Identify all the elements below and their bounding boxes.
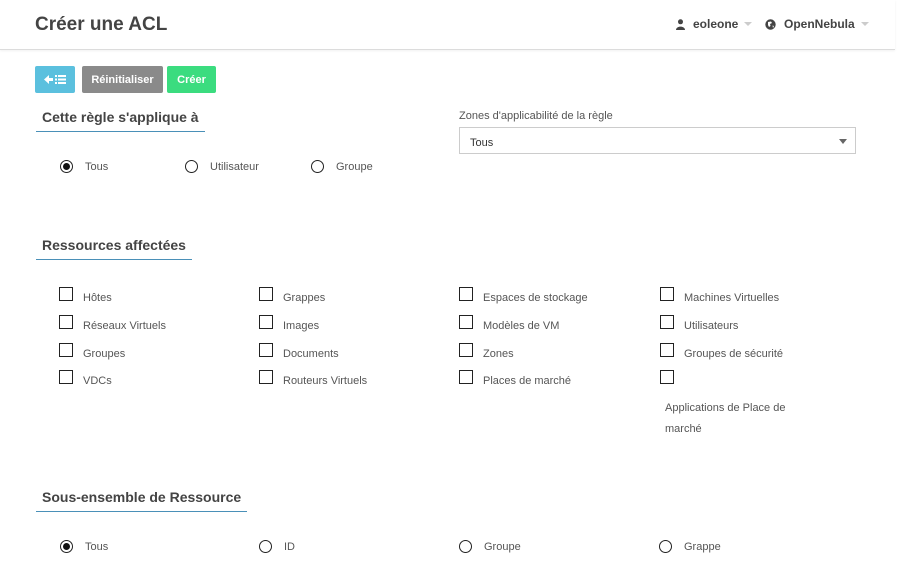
checkbox[interactable] bbox=[660, 315, 674, 329]
resources-title: Ressources affectées bbox=[36, 237, 192, 260]
radio-label: Tous bbox=[85, 540, 109, 553]
resource-vms[interactable]: Machines Virtuelles bbox=[660, 287, 779, 304]
checkbox-label: Réseaux Virtuels bbox=[83, 320, 166, 332]
checkbox-label: Routeurs Virtuels bbox=[283, 375, 368, 387]
checkbox-label: Images bbox=[283, 320, 320, 332]
checkbox[interactable] bbox=[59, 315, 73, 329]
radio-group[interactable] bbox=[311, 160, 324, 173]
back-to-list-button[interactable] bbox=[35, 66, 75, 93]
radio-label: Groupe bbox=[484, 540, 521, 553]
checkbox-label: Documents bbox=[283, 348, 339, 360]
radio-label: ID bbox=[284, 540, 295, 553]
checkbox-label: VDCs bbox=[83, 375, 112, 387]
checkbox-label: Modèles de VM bbox=[483, 320, 560, 332]
subset-option-cluster[interactable]: Grappe bbox=[659, 540, 721, 553]
resource-clusters[interactable]: Grappes bbox=[259, 287, 325, 304]
subset-option-id[interactable]: ID bbox=[259, 540, 295, 553]
applies-to-option-group[interactable]: Groupe bbox=[311, 160, 373, 173]
zones-select[interactable]: Tous bbox=[459, 127, 856, 154]
checkbox-label: Grappes bbox=[283, 292, 326, 304]
radio-label: Grappe bbox=[684, 540, 721, 553]
checkbox-label: Zones bbox=[483, 348, 514, 360]
radio-group[interactable] bbox=[459, 540, 472, 553]
globe-icon bbox=[765, 18, 776, 30]
checkbox[interactable] bbox=[59, 370, 73, 384]
user-icon bbox=[676, 18, 685, 30]
radio-label: Groupe bbox=[336, 160, 373, 173]
radio-cluster[interactable] bbox=[659, 540, 672, 553]
back-list-icon bbox=[44, 75, 66, 84]
checkbox[interactable] bbox=[459, 315, 473, 329]
zone-name: OpenNebula bbox=[784, 17, 855, 31]
page-title: Créer une ACL bbox=[35, 14, 168, 35]
chevron-down-icon bbox=[839, 139, 847, 144]
chevron-down-icon bbox=[860, 22, 869, 26]
checkbox[interactable] bbox=[259, 370, 273, 384]
applies-to-option-user[interactable]: Utilisateur bbox=[185, 160, 259, 173]
applies-to-option-all[interactable]: Tous bbox=[60, 160, 108, 173]
radio-label: Utilisateur bbox=[210, 160, 259, 173]
resource-vm-templates[interactable]: Modèles de VM bbox=[459, 315, 559, 332]
user-name: eoleone bbox=[693, 17, 739, 31]
resource-datastores[interactable]: Espaces de stockage bbox=[459, 287, 588, 304]
checkbox-label: Groupes de sécurité bbox=[684, 348, 784, 360]
checkbox-label: Places de marché bbox=[483, 375, 572, 387]
resource-images[interactable]: Images bbox=[259, 315, 319, 332]
user-menu[interactable]: eoleone bbox=[676, 17, 753, 31]
checkbox[interactable] bbox=[660, 370, 674, 384]
top-header: Créer une ACL eoleone OpenNebula bbox=[0, 0, 895, 50]
zones-selected-value: Tous bbox=[470, 137, 494, 149]
checkbox[interactable] bbox=[59, 287, 73, 301]
checkbox-label: Groupes bbox=[83, 348, 126, 360]
checkbox-label: Hôtes bbox=[83, 292, 112, 304]
radio-all[interactable] bbox=[60, 540, 73, 553]
zone-menu[interactable]: OpenNebula bbox=[765, 17, 869, 31]
resource-documents[interactable]: Documents bbox=[259, 343, 339, 360]
checkbox[interactable] bbox=[660, 343, 674, 357]
radio-all[interactable] bbox=[60, 160, 73, 173]
create-button[interactable]: Créer bbox=[167, 66, 216, 93]
resource-marketplaces[interactable]: Places de marché bbox=[459, 370, 571, 387]
radio-id[interactable] bbox=[259, 540, 272, 553]
resource-security-groups[interactable]: Groupes de sécurité bbox=[660, 343, 783, 360]
subset-option-all[interactable]: Tous bbox=[60, 540, 108, 553]
resource-hosts[interactable]: Hôtes bbox=[59, 287, 112, 304]
reset-button[interactable]: Réinitialiser bbox=[82, 66, 163, 93]
checkbox[interactable] bbox=[59, 343, 73, 357]
resource-vnets[interactable]: Réseaux Virtuels bbox=[59, 315, 166, 332]
checkbox[interactable] bbox=[660, 287, 674, 301]
radio-user[interactable] bbox=[185, 160, 198, 173]
checkbox[interactable] bbox=[459, 287, 473, 301]
checkbox[interactable] bbox=[259, 287, 273, 301]
subset-option-group[interactable]: Groupe bbox=[459, 540, 521, 553]
applies-to-title: Cette règle s'applique à bbox=[36, 109, 205, 132]
resource-users[interactable]: Utilisateurs bbox=[660, 315, 738, 332]
subset-title: Sous-ensemble de Ressource bbox=[36, 489, 248, 512]
checkbox-label-marketplace-apps: Applications de Place de marché bbox=[665, 402, 786, 435]
checkbox-label: Espaces de stockage bbox=[483, 292, 588, 304]
resource-marketplace-apps[interactable] bbox=[660, 370, 674, 384]
checkbox-label: Utilisateurs bbox=[684, 320, 739, 332]
chevron-down-icon bbox=[744, 22, 753, 26]
checkbox[interactable] bbox=[259, 315, 273, 329]
checkbox[interactable] bbox=[259, 343, 273, 357]
radio-label: Tous bbox=[85, 160, 109, 173]
checkbox[interactable] bbox=[459, 343, 473, 357]
resource-zones[interactable]: Zones bbox=[459, 343, 514, 360]
resource-vrouters[interactable]: Routeurs Virtuels bbox=[259, 370, 367, 387]
checkbox-label: Machines Virtuelles bbox=[684, 292, 780, 304]
checkbox[interactable] bbox=[459, 370, 473, 384]
resource-vdcs[interactable]: VDCs bbox=[59, 370, 112, 387]
resource-groups[interactable]: Groupes bbox=[59, 343, 125, 360]
zones-label: Zones d'applicabilité de la règle bbox=[459, 110, 613, 122]
